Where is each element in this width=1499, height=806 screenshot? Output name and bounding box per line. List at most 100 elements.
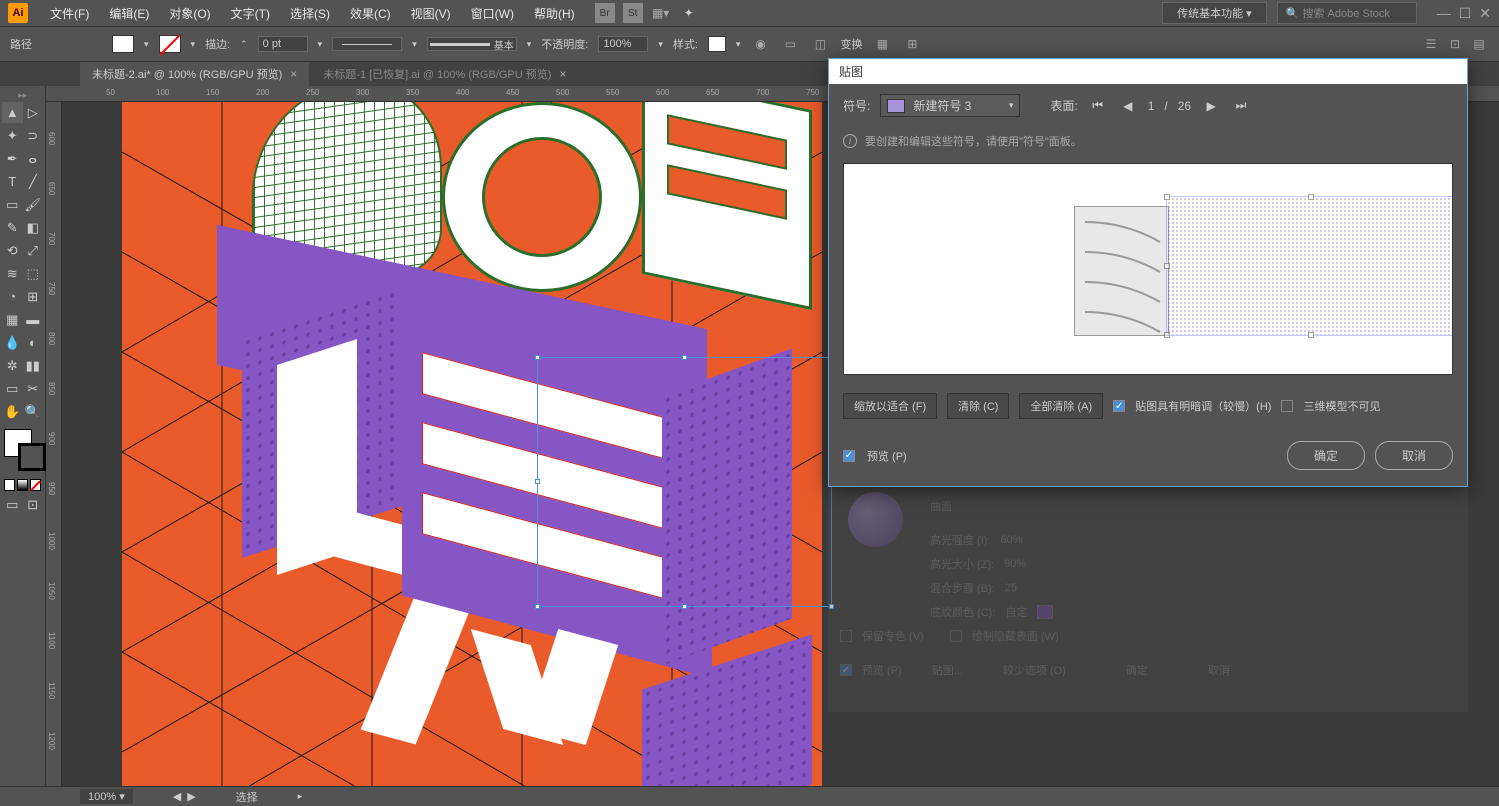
- slice-tool[interactable]: ✂: [23, 378, 44, 399]
- shape-builder-tool[interactable]: ◔: [2, 286, 23, 307]
- shaper-tool[interactable]: ✎: [2, 217, 23, 238]
- paintbrush-tool[interactable]: 🖌: [23, 194, 44, 215]
- invisible-checkbox[interactable]: [1281, 400, 1293, 412]
- tab-inactive[interactable]: 未标题-1 [已恢复].ai @ 100% (RGB/GPU 预览) ×: [311, 62, 578, 86]
- tab-active[interactable]: 未标题-2.ai* @ 100% (RGB/GPU 预览) ×: [80, 62, 309, 86]
- fill-swatch[interactable]: [112, 35, 134, 53]
- brush-def[interactable]: 基本: [427, 37, 517, 51]
- workspace-dropdown[interactable]: 传统基本功能 ▾: [1162, 2, 1267, 24]
- last-surface-button[interactable]: ⏭: [1231, 97, 1251, 115]
- mapped-symbol-selection[interactable]: [1166, 196, 1453, 336]
- dialog-title: 贴图: [829, 59, 1467, 84]
- menu-edit[interactable]: 编辑(E): [99, 5, 159, 22]
- eyedropper-tool[interactable]: 💧: [2, 332, 23, 353]
- close-button[interactable]: ✕: [1479, 5, 1491, 22]
- surface-label: 表面:: [1050, 97, 1077, 114]
- transform-icon1[interactable]: ▦: [872, 34, 892, 54]
- rectangle-tool[interactable]: ▭: [2, 194, 23, 215]
- preview-checkbox[interactable]: ✓: [843, 450, 855, 462]
- menu-window[interactable]: 窗口(W): [461, 5, 524, 22]
- recolor-icon[interactable]: ◉: [750, 34, 770, 54]
- prev-surface-button[interactable]: ◀: [1118, 97, 1138, 115]
- minimize-button[interactable]: —: [1437, 5, 1451, 22]
- symbol-dropdown[interactable]: 新建符号 3▾: [880, 94, 1020, 117]
- opacity-input[interactable]: [598, 36, 648, 52]
- bridge-icon[interactable]: Br: [595, 3, 615, 23]
- cancel-button[interactable]: 取消: [1375, 441, 1453, 470]
- status-bar: 100% ▾ ◀ ▶ 选择 ▸: [0, 786, 1499, 806]
- artboard: [122, 102, 822, 802]
- clear-button[interactable]: 清除 (C): [947, 393, 1009, 419]
- nav-next-button[interactable]: ▶: [187, 790, 195, 803]
- hand-tool[interactable]: ✋: [2, 401, 23, 422]
- panel-icon2[interactable]: ⊡: [1445, 34, 1465, 54]
- pen-tool[interactable]: ✒: [2, 148, 23, 169]
- surface-total: 26: [1178, 99, 1191, 113]
- stock-icon[interactable]: St: [623, 3, 643, 23]
- magic-wand-tool[interactable]: ✦: [2, 125, 23, 146]
- first-surface-button[interactable]: ⏮: [1088, 97, 1108, 115]
- ok-button[interactable]: 确定: [1287, 441, 1365, 470]
- stroke-swatch[interactable]: [159, 35, 181, 53]
- mesh-tool[interactable]: ▦: [2, 309, 23, 330]
- gradient-tool[interactable]: ▬: [23, 309, 44, 330]
- stroke-label: 描边:: [205, 36, 230, 52]
- symbol-sprayer-tool[interactable]: ✲: [2, 355, 23, 376]
- close-icon[interactable]: ×: [559, 67, 566, 81]
- scale-to-fit-button[interactable]: 缩放以适合 (F): [843, 393, 937, 419]
- search-input[interactable]: 🔍 搜索 Adobe Stock: [1277, 2, 1417, 24]
- menu-help[interactable]: 帮助(H): [524, 5, 585, 22]
- control-bar: 路径 ▾ ▾ 描边: ⌃ ▾ ▾ 基本▾ 不透明度: ▾ 样式: ▾ ◉ ▭ ◫…: [0, 26, 1499, 62]
- artboard-tool[interactable]: ▭: [2, 378, 23, 399]
- free-transform-tool[interactable]: ⬚: [23, 263, 44, 284]
- line-tool[interactable]: ╱: [23, 171, 44, 192]
- panel-icon1[interactable]: ☰: [1421, 34, 1441, 54]
- lasso-tool[interactable]: ⊃: [23, 125, 44, 146]
- gradient-mode-icon[interactable]: [17, 479, 28, 491]
- stroke-profile[interactable]: [332, 37, 402, 51]
- shade-checkbox[interactable]: ✓: [1113, 400, 1125, 412]
- selection-tool[interactable]: ▲: [2, 102, 23, 123]
- fill-stroke-indicator[interactable]: [4, 429, 46, 471]
- map-preview[interactable]: [843, 163, 1453, 375]
- screen-mode-icon[interactable]: ▭: [2, 494, 23, 515]
- rotate-tool[interactable]: ⟲: [2, 240, 23, 261]
- shape-icon[interactable]: ◫: [810, 34, 830, 54]
- maximize-button[interactable]: ☐: [1459, 5, 1472, 22]
- menu-effect[interactable]: 效果(C): [340, 5, 401, 22]
- menu-type[interactable]: 文字(T): [221, 5, 280, 22]
- none-mode-icon[interactable]: [30, 479, 41, 491]
- width-tool[interactable]: ≋: [2, 263, 23, 284]
- app-logo: Ai: [8, 3, 28, 23]
- gpu-icon[interactable]: ✦: [679, 3, 699, 23]
- graph-tool[interactable]: ▮▮: [23, 355, 44, 376]
- eraser-tool[interactable]: ◧: [23, 217, 44, 238]
- transform-icon2[interactable]: ⊞: [902, 34, 922, 54]
- arrange-docs-icon[interactable]: ▦▾: [651, 3, 671, 23]
- clear-all-button[interactable]: 全部清除 (A): [1019, 393, 1103, 419]
- menu-select[interactable]: 选择(S): [280, 5, 340, 22]
- blend-tool[interactable]: ◐: [23, 332, 44, 353]
- color-mode-icon[interactable]: [4, 479, 15, 491]
- zoom-level[interactable]: 100% ▾: [80, 789, 133, 804]
- menu-view[interactable]: 视图(V): [401, 5, 461, 22]
- menu-file[interactable]: 文件(F): [40, 5, 99, 22]
- align-icon[interactable]: ▭: [780, 34, 800, 54]
- nav-prev-button[interactable]: ◀: [173, 790, 181, 803]
- background-3d-panel: 曲面 高光强度 (I):60% 高光大小 (Z):90% 混合步骤 (B):25…: [828, 482, 1468, 712]
- next-surface-button[interactable]: ▶: [1201, 97, 1221, 115]
- transform-label: 变换: [840, 36, 862, 52]
- panel-icon3[interactable]: ▤: [1469, 34, 1489, 54]
- menu-object[interactable]: 对象(O): [159, 5, 220, 22]
- zoom-tool[interactable]: 🔍: [23, 401, 44, 422]
- curvature-tool[interactable]: ⴰ: [23, 148, 44, 169]
- style-swatch[interactable]: [708, 36, 726, 52]
- stroke-weight-input[interactable]: [258, 36, 308, 52]
- type-tool[interactable]: T: [2, 171, 23, 192]
- close-icon[interactable]: ×: [290, 67, 297, 81]
- scale-tool[interactable]: ⤢: [23, 240, 44, 261]
- perspective-tool[interactable]: ⊞: [23, 286, 44, 307]
- draw-mode-icon[interactable]: ⊡: [23, 494, 44, 515]
- tool-status: 选择: [236, 789, 258, 805]
- direct-selection-tool[interactable]: ▷: [23, 102, 44, 123]
